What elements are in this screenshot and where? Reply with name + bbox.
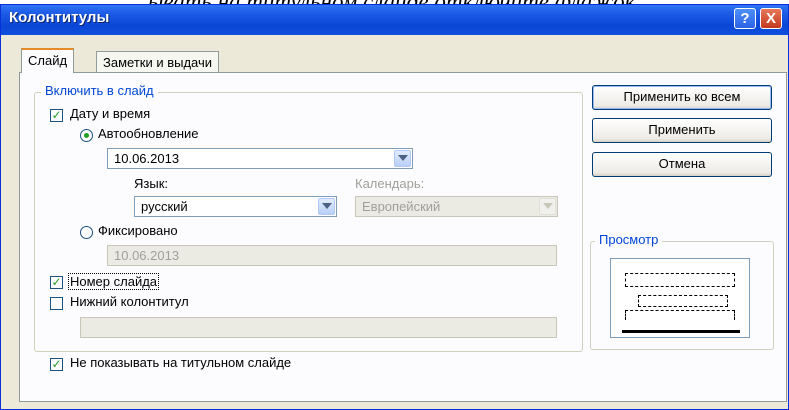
date-time-label: Дату и время bbox=[70, 106, 151, 121]
apply-button[interactable]: Применить bbox=[592, 118, 772, 143]
title-bar[interactable]: Колонтитулы ? X bbox=[1, 5, 788, 35]
auto-update-label: Автообновление bbox=[98, 126, 199, 141]
tab-notes-handouts[interactable]: Заметки и выдачи bbox=[96, 51, 220, 73]
preview-footer-placeholder bbox=[625, 310, 735, 320]
preview-body-placeholder bbox=[638, 295, 728, 307]
slide-number-label: Номер слайда bbox=[68, 273, 160, 290]
language-label: Язык: bbox=[134, 176, 168, 191]
fixed-date-field: 10.06.2013 bbox=[107, 245, 557, 266]
fixed-radio[interactable] bbox=[80, 226, 93, 239]
close-button[interactable]: X bbox=[760, 8, 782, 29]
date-format-value: 10.06.2013 bbox=[114, 151, 180, 166]
calendar-dropdown: Европейский bbox=[355, 196, 558, 217]
apply-to-all-button[interactable]: Применить ко всем bbox=[592, 85, 772, 110]
date-format-dropdown[interactable]: 10.06.2013 bbox=[107, 148, 413, 169]
chevron-down-icon[interactable] bbox=[394, 150, 411, 167]
date-time-checkbox[interactable]: ✓ bbox=[50, 109, 63, 122]
preview-label: Просмотр bbox=[595, 232, 663, 247]
preview-title-placeholder bbox=[625, 273, 735, 287]
language-dropdown[interactable]: русский bbox=[134, 196, 337, 217]
chevron-down-icon[interactable] bbox=[318, 198, 335, 215]
language-value: русский bbox=[141, 199, 188, 214]
fixed-label: Фиксировано bbox=[98, 223, 178, 238]
preview-slide-number-bar bbox=[622, 330, 740, 333]
footer-checkbox[interactable] bbox=[50, 297, 63, 310]
chevron-down-icon bbox=[539, 198, 556, 215]
tab-slide[interactable]: Слайд bbox=[21, 48, 75, 73]
fixed-date-value: 10.06.2013 bbox=[114, 248, 180, 263]
include-group-label: Включить в слайд bbox=[41, 83, 158, 98]
dialog-title: Колонтитулы bbox=[9, 9, 110, 26]
footer-text-field bbox=[80, 317, 557, 338]
calendar-label: Календарь: bbox=[355, 176, 425, 191]
help-button[interactable]: ? bbox=[734, 8, 756, 29]
dont-show-title-label: Не показывать на титульном слайде bbox=[70, 355, 292, 370]
auto-update-radio[interactable] bbox=[80, 129, 93, 142]
footer-label: Нижний колонтитул bbox=[70, 294, 189, 309]
cancel-button[interactable]: Отмена bbox=[592, 152, 772, 177]
dont-show-title-checkbox[interactable]: ✓ bbox=[50, 358, 63, 371]
calendar-value: Европейский bbox=[362, 199, 441, 214]
slide-number-checkbox[interactable]: ✓ bbox=[50, 276, 63, 289]
